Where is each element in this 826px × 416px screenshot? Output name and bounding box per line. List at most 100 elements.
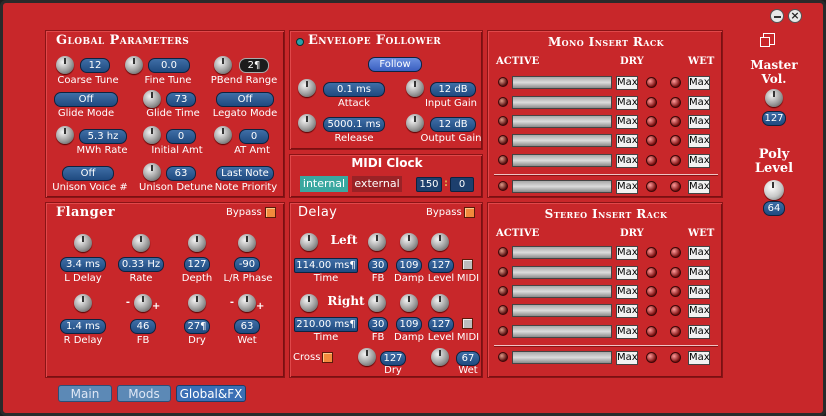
rate-knob[interactable]	[132, 234, 150, 252]
slot-active-led[interactable]	[498, 135, 508, 145]
slot-wet-max[interactable]: Max	[688, 266, 710, 280]
delay-bypass-checkbox[interactable]	[464, 207, 475, 218]
left-fb-display[interactable]: 30	[368, 258, 388, 273]
depth-knob[interactable]	[188, 234, 206, 252]
slot-wet-knob[interactable]	[670, 305, 681, 316]
left-level-display[interactable]: 127	[428, 258, 454, 273]
slot-wet-knob[interactable]	[670, 116, 681, 127]
slot-wet-knob[interactable]	[670, 247, 681, 258]
pbend-display[interactable]: 2¶	[239, 58, 269, 73]
slot-active-led[interactable]	[498, 155, 508, 165]
l-delay-display[interactable]: 3.4 ms	[60, 257, 106, 272]
r-delay-knob[interactable]	[74, 294, 92, 312]
left-damp-display[interactable]: 109	[396, 258, 422, 273]
poly-level-display[interactable]: 64	[763, 201, 785, 216]
slot-dry-max[interactable]: Max	[616, 154, 638, 168]
note-priority-display[interactable]: Last Note	[216, 166, 274, 181]
slot-wet-max[interactable]: Max	[688, 115, 710, 129]
envelope-power-led[interactable]	[296, 38, 304, 46]
slot-effect-selector[interactable]	[512, 266, 612, 279]
internal-button[interactable]: internal	[300, 176, 348, 192]
left-time-knob[interactable]	[300, 233, 318, 251]
slot-wet-max[interactable]: Max	[688, 325, 710, 339]
coarse-tune-knob[interactable]	[56, 56, 74, 74]
slot-effect-selector[interactable]	[512, 76, 612, 89]
delay-wet-knob[interactable]	[431, 348, 449, 366]
slot-dry-knob[interactable]	[646, 116, 657, 127]
slot-dry-max[interactable]: Max	[616, 76, 638, 90]
slot-dry-knob[interactable]	[646, 305, 657, 316]
bpm-fraction-display[interactable]: 0	[450, 177, 474, 192]
depth-display[interactable]: 127	[184, 257, 210, 272]
slot-effect-selector[interactable]	[512, 134, 612, 147]
left-fb-knob[interactable]	[368, 233, 386, 251]
slot-dry-max[interactable]: Max	[616, 180, 638, 194]
master-volume-knob[interactable]	[765, 89, 783, 107]
poly-level-knob[interactable]	[764, 180, 784, 200]
fine-tune-knob[interactable]	[125, 56, 143, 74]
tab-main[interactable]: Main	[58, 385, 112, 402]
slot-wet-max[interactable]: Max	[688, 96, 710, 110]
slot-wet-max[interactable]: Max	[688, 246, 710, 260]
slot-effect-selector[interactable]	[512, 154, 612, 167]
slot-effect-selector[interactable]	[512, 351, 612, 364]
attack-display[interactable]: 0.1 ms	[323, 82, 385, 97]
slot-wet-max[interactable]: Max	[688, 154, 710, 168]
mwh-rate-display[interactable]: 5.3 hz	[79, 129, 127, 144]
release-display[interactable]: 5000.1 ms	[323, 117, 385, 132]
slot-dry-knob[interactable]	[646, 326, 657, 337]
bpm-display[interactable]: 150	[416, 177, 442, 192]
output-gain-display[interactable]: 12 dB	[430, 117, 476, 132]
slot-dry-knob[interactable]	[646, 155, 657, 166]
slot-effect-selector[interactable]	[512, 180, 612, 193]
right-damp-display[interactable]: 109	[396, 317, 422, 332]
slot-active-led[interactable]	[498, 267, 508, 277]
at-amt-display[interactable]: 0	[239, 129, 269, 144]
slot-wet-max[interactable]: Max	[688, 134, 710, 148]
l-delay-knob[interactable]	[74, 234, 92, 252]
input-gain-knob[interactable]	[406, 79, 424, 97]
slot-dry-max[interactable]: Max	[616, 325, 638, 339]
slot-active-led[interactable]	[498, 352, 508, 362]
fb-knob[interactable]	[134, 294, 152, 312]
unison-voice-display[interactable]: Off	[62, 166, 114, 181]
slot-dry-max[interactable]: Max	[616, 266, 638, 280]
copy-icon[interactable]	[760, 33, 775, 47]
dry-display[interactable]: 27¶	[184, 319, 210, 334]
slot-dry-knob[interactable]	[646, 286, 657, 297]
follow-button[interactable]: Follow	[368, 57, 422, 72]
slot-wet-max[interactable]: Max	[688, 304, 710, 318]
slot-wet-knob[interactable]	[670, 77, 681, 88]
right-time-display[interactable]: 210.00 ms¶	[294, 317, 358, 332]
slot-active-led[interactable]	[498, 247, 508, 257]
close-icon[interactable]: ×	[788, 9, 802, 23]
slot-active-led[interactable]	[498, 305, 508, 315]
lr-phase-knob[interactable]	[238, 234, 256, 252]
slot-dry-knob[interactable]	[646, 135, 657, 146]
slot-wet-knob[interactable]	[670, 181, 681, 192]
slot-dry-max[interactable]: Max	[616, 115, 638, 129]
tab-mods[interactable]: Mods	[117, 385, 171, 402]
legato-display[interactable]: Off	[216, 92, 274, 107]
left-midi-checkbox[interactable]	[462, 259, 473, 270]
slot-dry-knob[interactable]	[646, 352, 657, 363]
external-button[interactable]: external	[352, 176, 402, 192]
slot-dry-max[interactable]: Max	[616, 351, 638, 365]
release-knob[interactable]	[298, 114, 316, 132]
input-gain-display[interactable]: 12 dB	[430, 82, 476, 97]
slot-wet-max[interactable]: Max	[688, 76, 710, 90]
initial-amt-display[interactable]: 0	[166, 129, 196, 144]
slot-wet-knob[interactable]	[670, 326, 681, 337]
right-level-display[interactable]: 127	[428, 317, 454, 332]
slot-dry-max[interactable]: Max	[616, 134, 638, 148]
initial-amt-knob[interactable]	[143, 126, 161, 144]
right-time-knob[interactable]	[300, 294, 318, 312]
slot-active-led[interactable]	[498, 181, 508, 191]
slot-wet-knob[interactable]	[670, 97, 681, 108]
slot-active-led[interactable]	[498, 97, 508, 107]
unison-detune-display[interactable]: 63	[166, 166, 196, 181]
slot-dry-knob[interactable]	[646, 77, 657, 88]
left-level-knob[interactable]	[431, 233, 449, 251]
slot-effect-selector[interactable]	[512, 325, 612, 338]
attack-knob[interactable]	[298, 79, 316, 97]
